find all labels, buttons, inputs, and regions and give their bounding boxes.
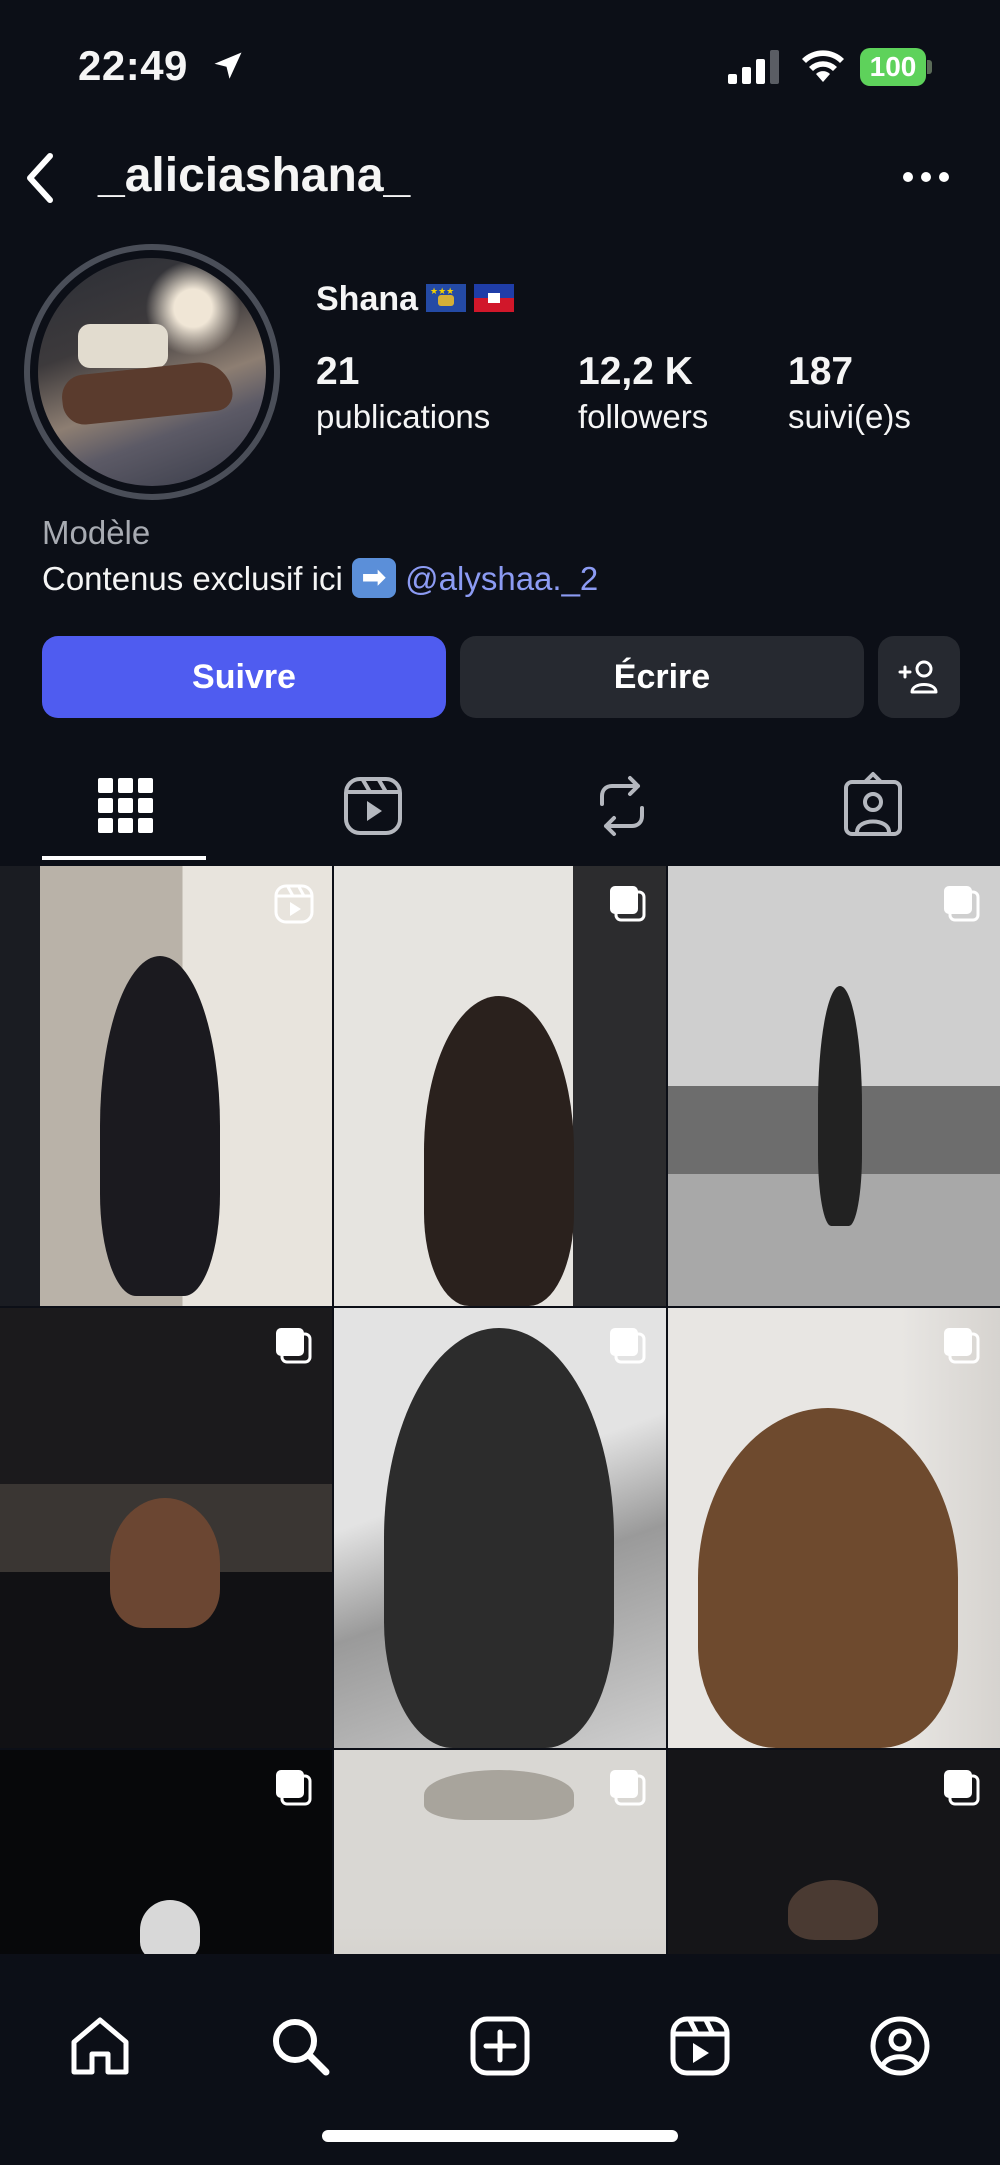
tab-grid-icon[interactable] <box>96 770 156 840</box>
grid-post[interactable] <box>334 1308 666 1748</box>
bio-text: Contenus exclusif ici <box>42 560 343 597</box>
cellular-signal-icon <box>728 50 779 84</box>
add-person-icon <box>898 660 938 694</box>
post-subject <box>110 1498 220 1628</box>
follow-button[interactable]: Suivre <box>42 636 446 718</box>
profile-category: Modèle <box>42 514 151 551</box>
haiti-flag-icon <box>474 284 515 313</box>
tab-repost-icon[interactable] <box>592 770 652 840</box>
grid-post[interactable] <box>668 866 1000 1306</box>
kosovo-flag-icon <box>426 284 467 313</box>
posts-grid <box>0 866 1000 1954</box>
grid-post[interactable] <box>668 1308 1000 1748</box>
stat-followers[interactable]: 12,2 K followers <box>578 350 708 436</box>
post-subject <box>788 1880 878 1940</box>
location-arrow-icon <box>214 52 242 79</box>
stat-following-count: 187 <box>788 350 854 393</box>
battery-level: 100 <box>860 48 926 86</box>
stat-followers-count: 12,2 K <box>578 350 693 393</box>
active-tab-indicator <box>42 856 206 860</box>
tab-reels-icon[interactable] <box>343 770 403 840</box>
carousel-badge-icon <box>276 1770 312 1806</box>
grid-post[interactable] <box>334 1750 666 1954</box>
carousel-badge-icon <box>610 1328 646 1364</box>
status-bar: 22:49 100 <box>0 0 1000 130</box>
grid-post[interactable] <box>0 1750 332 1954</box>
avatar-figure <box>59 359 235 427</box>
search-icon[interactable] <box>268 2014 332 2078</box>
grid-post[interactable] <box>334 866 666 1306</box>
carousel-badge-icon <box>610 1770 646 1806</box>
display-name: Shana <box>316 280 515 319</box>
back-chevron-icon[interactable] <box>20 150 60 206</box>
grid-post[interactable] <box>0 1308 332 1748</box>
arrow-right-emoji: ➡ <box>351 558 396 599</box>
post-subject <box>424 996 574 1306</box>
wifi-icon <box>802 50 844 82</box>
stat-posts-label: publications <box>316 398 491 435</box>
more-options-icon[interactable] <box>900 160 952 194</box>
stat-posts[interactable]: 21 publications <box>316 350 490 436</box>
suggested-users-button[interactable] <box>878 636 960 718</box>
battery-icon: 100 <box>860 48 932 86</box>
stat-followers-label: followers <box>578 398 709 435</box>
home-indicator[interactable] <box>322 2130 678 2142</box>
profile-icon[interactable] <box>868 2014 932 2078</box>
message-button[interactable]: Écrire <box>460 636 864 718</box>
grid-post[interactable] <box>668 1750 1000 1954</box>
display-name-text: Shana <box>316 280 419 318</box>
post-subject <box>424 1770 574 1820</box>
stat-following-label: suivi(e)s <box>788 398 911 435</box>
carousel-badge-icon <box>944 886 980 922</box>
reel-badge-icon <box>274 884 314 924</box>
carousel-badge-icon <box>276 1328 312 1364</box>
post-subject <box>100 956 220 1296</box>
home-icon[interactable] <box>68 2014 132 2078</box>
carousel-badge-icon <box>944 1328 980 1364</box>
post-subject <box>384 1328 614 1748</box>
post-subject <box>698 1408 958 1748</box>
avatar-pillow <box>78 324 168 368</box>
tab-tagged-icon[interactable] <box>843 770 903 840</box>
reels-icon[interactable] <box>668 2014 732 2078</box>
carousel-badge-icon <box>944 1770 980 1806</box>
grid-post[interactable] <box>0 866 332 1306</box>
battery-cap <box>927 60 932 74</box>
carousel-badge-icon <box>610 886 646 922</box>
avatar[interactable] <box>38 258 266 486</box>
post-subject <box>140 1900 200 1954</box>
status-time: 22:49 <box>78 42 188 89</box>
profile-username: _aliciashana_ <box>98 149 411 202</box>
bottom-navigation <box>0 1954 1000 2165</box>
post-subject <box>818 986 862 1226</box>
stat-posts-count: 21 <box>316 350 360 393</box>
stat-following[interactable]: 187 suivi(e)s <box>788 350 911 436</box>
create-post-icon[interactable] <box>468 2014 532 2078</box>
profile-bio: Contenus exclusif ici ➡ @alyshaa._2 <box>42 558 598 601</box>
bio-mention-link[interactable]: @alyshaa._2 <box>405 560 598 597</box>
